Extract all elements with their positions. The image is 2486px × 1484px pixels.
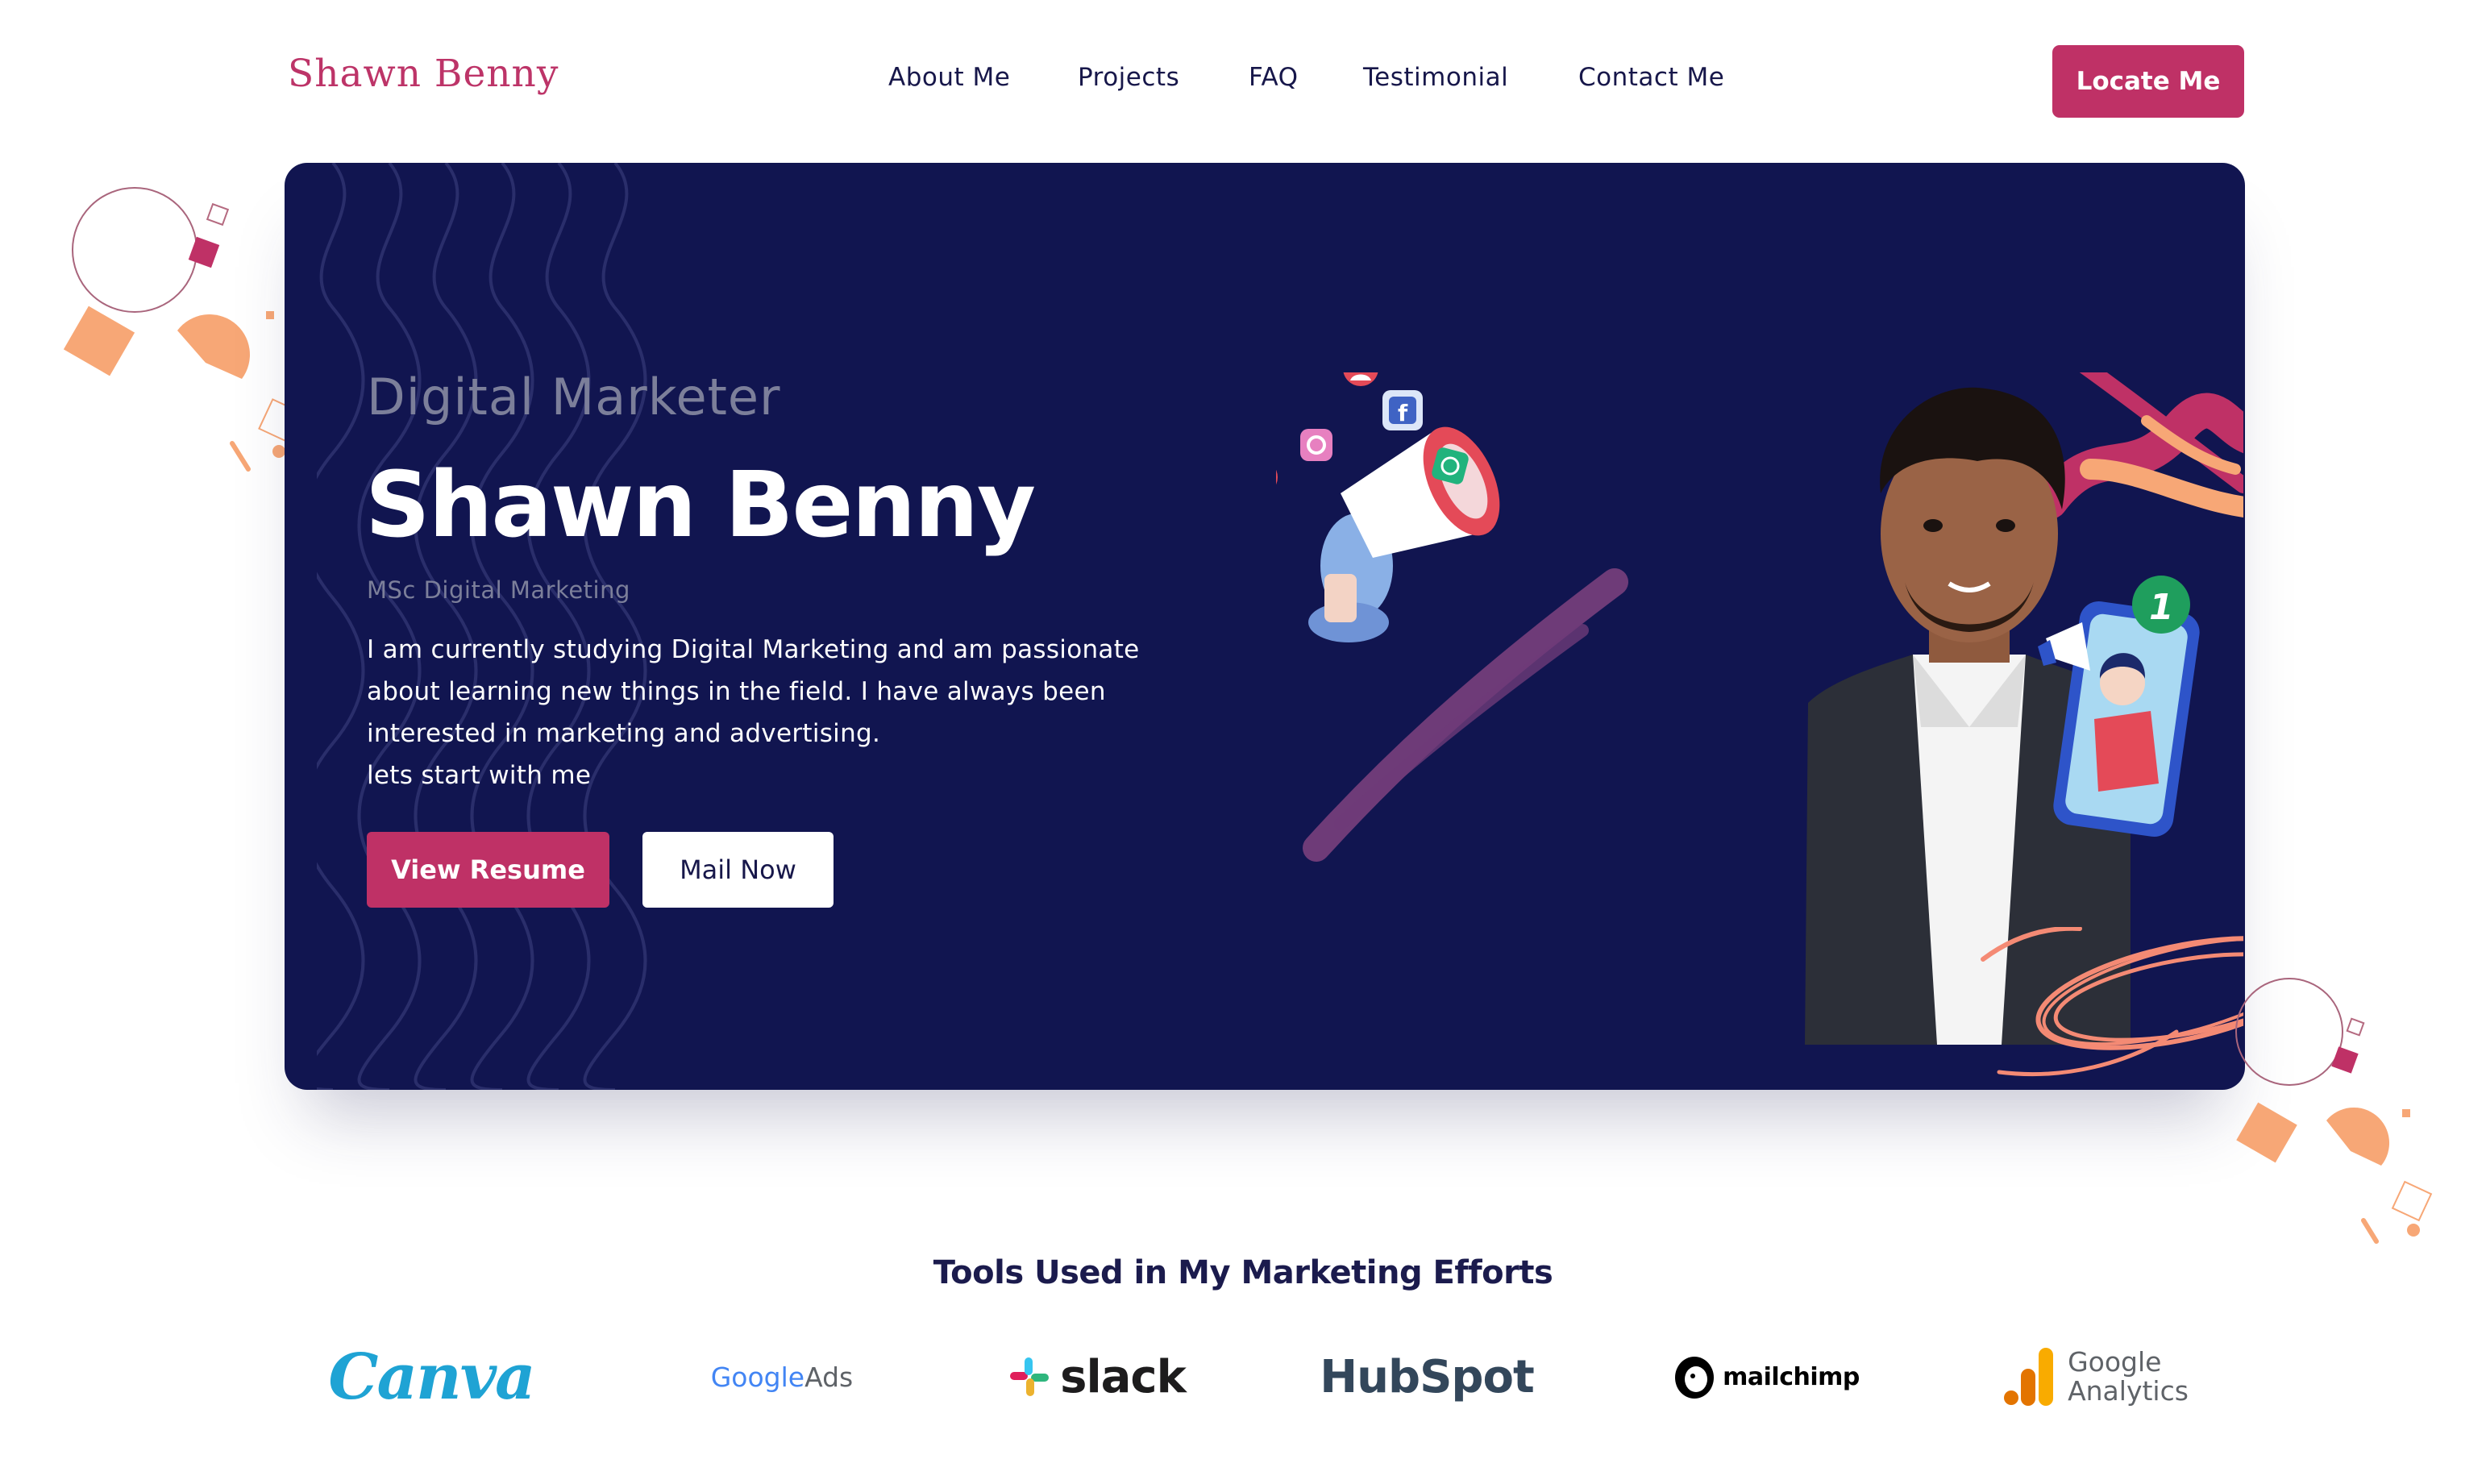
confetti-decoration-left bbox=[63, 187, 303, 472]
hubspot-logo: HubSpot bbox=[1320, 1336, 1534, 1417]
google-analytics-logo: Google Analytics bbox=[1999, 1336, 2193, 1417]
svg-text:f: f bbox=[1398, 400, 1408, 426]
hero-bio-line: I am currently studying Digital Marketin… bbox=[367, 635, 1140, 664]
canva-logo: Canva bbox=[328, 1336, 535, 1417]
google-ads-logo-google: Google bbox=[710, 1361, 805, 1393]
hero-bio: I am currently studying Digital Marketin… bbox=[367, 629, 1253, 796]
slack-logo: slack bbox=[1000, 1336, 1193, 1417]
hero-role: Digital Marketer bbox=[367, 368, 781, 426]
slack-logo-text: slack bbox=[1060, 1350, 1187, 1403]
mailchimp-icon bbox=[1675, 1357, 1715, 1399]
nav-faq[interactable]: FAQ bbox=[1249, 63, 1299, 92]
brush-stroke-pink bbox=[2032, 372, 2243, 519]
tools-heading: Tools Used in My Marketing Efforts bbox=[933, 1254, 1553, 1291]
megaphone-icon bbox=[1308, 426, 1500, 642]
instagram-icon bbox=[1300, 429, 1332, 461]
svg-text:1: 1 bbox=[2149, 587, 2174, 628]
canva-logo-text: Canva bbox=[328, 1340, 535, 1414]
hero-card: Digital Marketer Shawn Benny MSc Digital… bbox=[285, 163, 2245, 1090]
hubspot-logo-text: HubSpot bbox=[1320, 1350, 1534, 1403]
facebook-icon: f bbox=[1382, 390, 1423, 430]
notification-badge-icon: 1 bbox=[2132, 576, 2190, 634]
locate-me-button[interactable]: Locate Me bbox=[2052, 45, 2244, 118]
google-analytics-icon bbox=[2004, 1348, 2054, 1406]
nav-contact-me[interactable]: Contact Me bbox=[1578, 63, 1724, 92]
nav-about-me[interactable]: About Me bbox=[888, 63, 1010, 92]
google-analytics-logo-text: Google Analytics bbox=[2068, 1348, 2189, 1406]
wave-pattern-decoration bbox=[317, 163, 647, 1090]
mailchimp-logo: mailchimp bbox=[1669, 1336, 1862, 1417]
heart-icon bbox=[1276, 469, 1278, 485]
slack-icon bbox=[1010, 1357, 1050, 1396]
view-resume-button[interactable]: View Resume bbox=[367, 832, 609, 908]
hero-name: Shawn Benny bbox=[365, 453, 1036, 558]
hero-degree: MSc Digital Marketing bbox=[367, 576, 630, 604]
nav-testimonial[interactable]: Testimonial bbox=[1363, 63, 1508, 92]
google-ads-logo-ads: Ads bbox=[804, 1361, 854, 1393]
user-icon bbox=[1343, 372, 1378, 386]
google-ads-logo: Google Ads bbox=[677, 1336, 887, 1417]
mail-now-button[interactable]: Mail Now bbox=[642, 832, 834, 908]
google-analytics-logo-google: Google bbox=[2068, 1346, 2162, 1378]
hero-bio-line: lets start with me bbox=[367, 761, 592, 790]
confetti-decoration-right bbox=[1981, 927, 2433, 1244]
hero-bio-line: about learning new things in the field. … bbox=[367, 677, 1106, 706]
nav-projects[interactable]: Projects bbox=[1078, 63, 1179, 92]
hero-bio-line: interested in marketing and advertising. bbox=[367, 719, 881, 748]
mailchimp-logo-text: mailchimp bbox=[1723, 1362, 1860, 1391]
google-analytics-logo-analytics: Analytics bbox=[2068, 1375, 2189, 1407]
